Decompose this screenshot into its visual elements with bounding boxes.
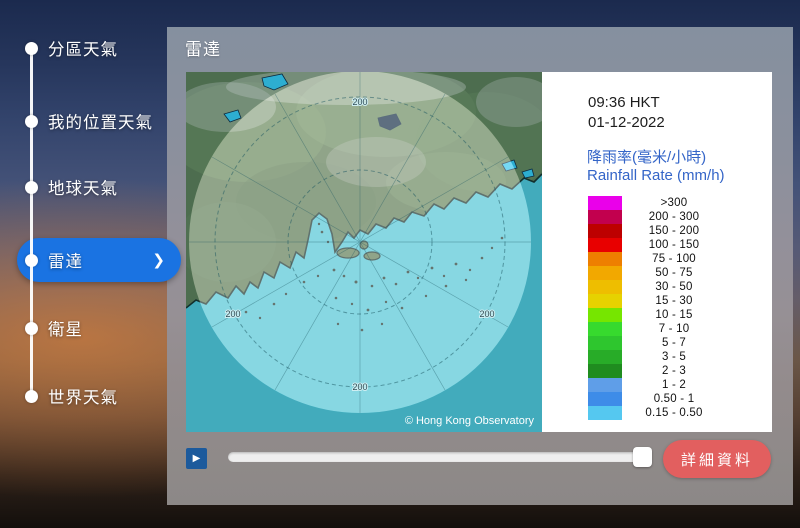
map-copyright: © Hong Kong Observatory <box>405 415 535 427</box>
sidebar-timeline <box>30 48 33 396</box>
nav-dot-icon <box>25 321 38 335</box>
scale-row: 100 - 150 <box>588 238 726 252</box>
scale-row: 50 - 75 <box>588 266 726 280</box>
range-ring-label: 200 <box>352 382 367 392</box>
scale-swatch <box>588 392 622 406</box>
radar-legend-panel: 09:36 HKT 01-12-2022 降雨率(毫米/小時) Rainfall… <box>542 72 772 432</box>
scale-swatch <box>588 238 622 252</box>
legend-title-en: Rainfall Rate (mm/h) <box>587 167 725 184</box>
radar-timestamp-time: 09:36 HKT <box>588 94 660 111</box>
scale-row: 3 - 5 <box>588 350 726 364</box>
scale-row: 150 - 200 <box>588 224 726 238</box>
scale-row: 10 - 15 <box>588 308 726 322</box>
scale-row: 2 - 3 <box>588 364 726 378</box>
scale-swatch <box>588 378 622 392</box>
scale-row: 7 - 10 <box>588 322 726 336</box>
details-button[interactable]: 詳細資料 <box>663 440 771 478</box>
range-ring-label: 200 <box>479 309 494 319</box>
scale-row: 5 - 7 <box>588 336 726 350</box>
scale-swatch <box>588 322 622 336</box>
scale-row: 1 - 2 <box>588 378 726 392</box>
play-icon: ▶ <box>192 453 201 464</box>
nav-dot-icon <box>25 180 38 194</box>
nav-dot-icon <box>25 114 38 128</box>
scale-row: 0.50 - 1 <box>588 392 726 406</box>
scale-swatch <box>588 210 622 224</box>
animation-slider-track[interactable] <box>228 452 650 462</box>
radar-map-image[interactable]: 200 200 200 200 © Hong Kong Observatory <box>186 72 542 432</box>
legend-title-zh: 降雨率(毫米/小時) <box>587 149 707 166</box>
scale-swatch <box>588 280 622 294</box>
chevron-right-icon: ❯ <box>152 252 165 269</box>
scale-swatch <box>588 294 622 308</box>
page-title: 雷達 <box>185 40 221 59</box>
details-button-label: 詳細資料 <box>680 451 753 469</box>
scale-swatch <box>588 266 622 280</box>
radar-timestamp-date: 01-12-2022 <box>588 114 665 131</box>
rainfall-scale: >300 200 - 300 150 - 200 100 - 150 75 - … <box>588 196 726 420</box>
scale-row: 75 - 100 <box>588 252 726 266</box>
play-button[interactable]: ▶ <box>186 448 207 469</box>
scale-swatch <box>588 364 622 378</box>
scale-row: 200 - 300 <box>588 210 726 224</box>
range-ring-label: 200 <box>352 97 367 107</box>
sidebar-item-radar-selected[interactable]: 雷達 ❯ <box>17 238 181 282</box>
scale-row: 0.15 - 0.50 <box>588 406 726 420</box>
range-ring-label: 200 <box>225 309 240 319</box>
scale-swatch <box>588 308 622 322</box>
scale-swatch <box>588 252 622 266</box>
scale-swatch <box>588 406 622 420</box>
scale-swatch <box>588 336 622 350</box>
radar-map-graphic: 200 200 200 200 © Hong Kong Observatory <box>186 72 542 432</box>
scale-row: 15 - 30 <box>588 294 726 308</box>
scale-row: >300 <box>588 196 726 210</box>
scale-swatch <box>588 196 622 210</box>
scale-swatch <box>588 350 622 364</box>
animation-slider-thumb[interactable] <box>633 447 652 467</box>
nav-dot-icon <box>25 41 38 55</box>
scale-row: 30 - 50 <box>588 280 726 294</box>
nav-dot-icon <box>25 389 38 403</box>
scale-swatch <box>588 224 622 238</box>
